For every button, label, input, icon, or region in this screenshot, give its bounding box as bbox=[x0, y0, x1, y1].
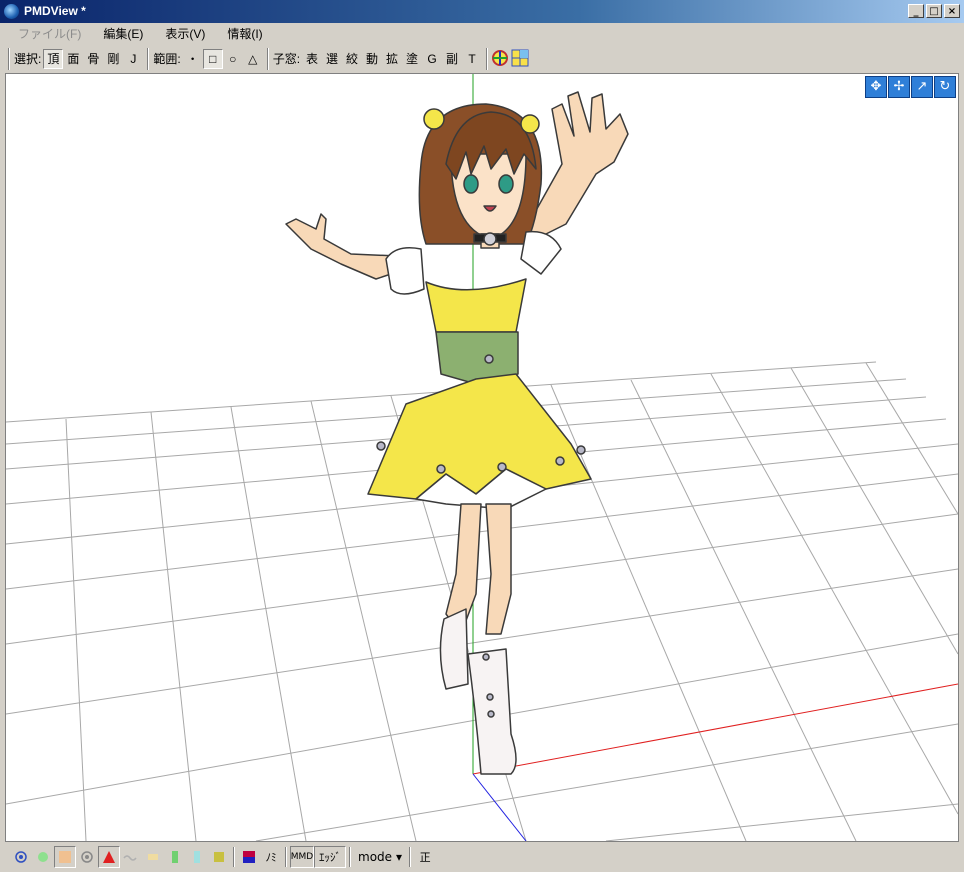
range-circle-button[interactable]: ○ bbox=[223, 49, 243, 69]
menu-bar: ファイル(F) 編集(E) 表示(V) 情報(I) bbox=[0, 23, 964, 44]
maximize-button[interactable]: □ bbox=[926, 4, 942, 18]
fix-button[interactable]: 正 bbox=[414, 846, 436, 868]
child-paint-button[interactable]: 塗 bbox=[402, 49, 422, 69]
chevron-down-icon: ▾ bbox=[396, 850, 403, 864]
select-vertex-button[interactable]: 頂 bbox=[43, 48, 64, 69]
separator bbox=[409, 847, 412, 867]
child-select-button[interactable]: 選 bbox=[322, 49, 342, 69]
minimize-button[interactable]: _ bbox=[908, 4, 924, 18]
range-group: 範囲: ・ □ ○ △ bbox=[148, 47, 264, 70]
scene-render bbox=[6, 74, 958, 841]
red-triangle-icon[interactable] bbox=[98, 846, 120, 868]
range-label: 範囲: bbox=[153, 52, 181, 66]
app-window: PMDView * _ □ × ファイル(F) 編集(E) 表示(V) 情報(I… bbox=[0, 0, 964, 872]
select-group: 選択: 頂 面 骨 剛 J bbox=[9, 47, 145, 70]
select-rigid-button[interactable]: 剛 bbox=[103, 49, 123, 69]
menu-view[interactable]: 表示(V) bbox=[157, 23, 213, 44]
child-filter-button[interactable]: 絞 bbox=[342, 49, 362, 69]
3d-viewport[interactable]: ✥ ✢ ↗ ↻ bbox=[5, 73, 959, 842]
child-scale-button[interactable]: 拡 bbox=[382, 49, 402, 69]
menu-edit[interactable]: 編集(E) bbox=[95, 23, 151, 44]
move-icon[interactable]: ✢ bbox=[888, 76, 910, 98]
view-icon-group bbox=[487, 47, 532, 70]
mode-label: mode bbox=[358, 850, 393, 864]
child-window-group: 子窓: 表 選 絞 動 拡 塗 G 副 T bbox=[267, 47, 484, 70]
color-swatch-icon[interactable] bbox=[238, 846, 260, 868]
z-axis bbox=[472, 773, 527, 841]
rotate-icon[interactable]: ↻ bbox=[934, 76, 956, 98]
target-icon[interactable] bbox=[76, 846, 98, 868]
select-joint-button[interactable]: J bbox=[123, 49, 143, 69]
rigid-body-icon[interactable] bbox=[208, 846, 230, 868]
edge-button[interactable]: ｴｯｼﾞ bbox=[314, 846, 346, 868]
child-g-button[interactable]: G bbox=[422, 49, 442, 69]
separator bbox=[285, 847, 287, 867]
child-table-button[interactable]: 表 bbox=[302, 49, 322, 69]
window-title: PMDView * bbox=[24, 4, 86, 18]
child-t-button[interactable]: T bbox=[462, 49, 482, 69]
menu-file[interactable]: ファイル(F) bbox=[10, 23, 89, 44]
green-burst-icon[interactable] bbox=[32, 846, 54, 868]
separator bbox=[349, 847, 351, 867]
axis-view-icon[interactable] bbox=[490, 49, 510, 69]
pan-icon[interactable]: ✥ bbox=[865, 76, 887, 98]
toolbar: 選択: 頂 面 骨 剛 J 範囲: ・ □ ○ △ 子窓: 表 選 絞 動 拡 … bbox=[0, 46, 964, 71]
wave-icon[interactable] bbox=[120, 846, 142, 868]
menu-info[interactable]: 情報(I) bbox=[219, 23, 270, 44]
x-axis bbox=[472, 683, 958, 775]
range-triangle-button[interactable]: △ bbox=[243, 49, 263, 69]
select-face-button[interactable]: 面 bbox=[63, 49, 83, 69]
title-bar: PMDView * _ □ × bbox=[0, 0, 964, 23]
zoom-icon[interactable]: ↗ bbox=[911, 76, 933, 98]
vertex-point-icon[interactable] bbox=[10, 846, 32, 868]
viewport-controls: ✥ ✢ ↗ ↻ bbox=[865, 76, 956, 98]
child-sub-button[interactable]: 副 bbox=[442, 49, 462, 69]
child-window-label: 子窓: bbox=[272, 52, 301, 66]
bone-pattern-icon[interactable] bbox=[142, 846, 164, 868]
select-label: 選択: bbox=[14, 52, 42, 66]
bottom-toolbar: ﾉﾐ MMD ｴｯｼﾞ mode ▾ 正 bbox=[0, 844, 964, 870]
character-model bbox=[285, 91, 629, 775]
cyan-bone-icon[interactable] bbox=[186, 846, 208, 868]
separator bbox=[233, 847, 235, 867]
nomi-button[interactable]: ﾉﾐ bbox=[260, 846, 282, 868]
range-point-button[interactable]: ・ bbox=[183, 49, 203, 69]
grid-view-icon[interactable] bbox=[510, 49, 530, 69]
select-bone-button[interactable]: 骨 bbox=[83, 49, 103, 69]
close-button[interactable]: × bbox=[944, 4, 960, 18]
range-rect-button[interactable]: □ bbox=[202, 48, 223, 69]
mmd-button[interactable]: MMD bbox=[290, 846, 314, 868]
mode-dropdown[interactable]: mode ▾ bbox=[354, 847, 406, 867]
texture-icon[interactable] bbox=[54, 846, 76, 868]
app-icon bbox=[4, 4, 19, 19]
green-bone-icon[interactable] bbox=[164, 846, 186, 868]
child-move-button[interactable]: 動 bbox=[362, 49, 382, 69]
